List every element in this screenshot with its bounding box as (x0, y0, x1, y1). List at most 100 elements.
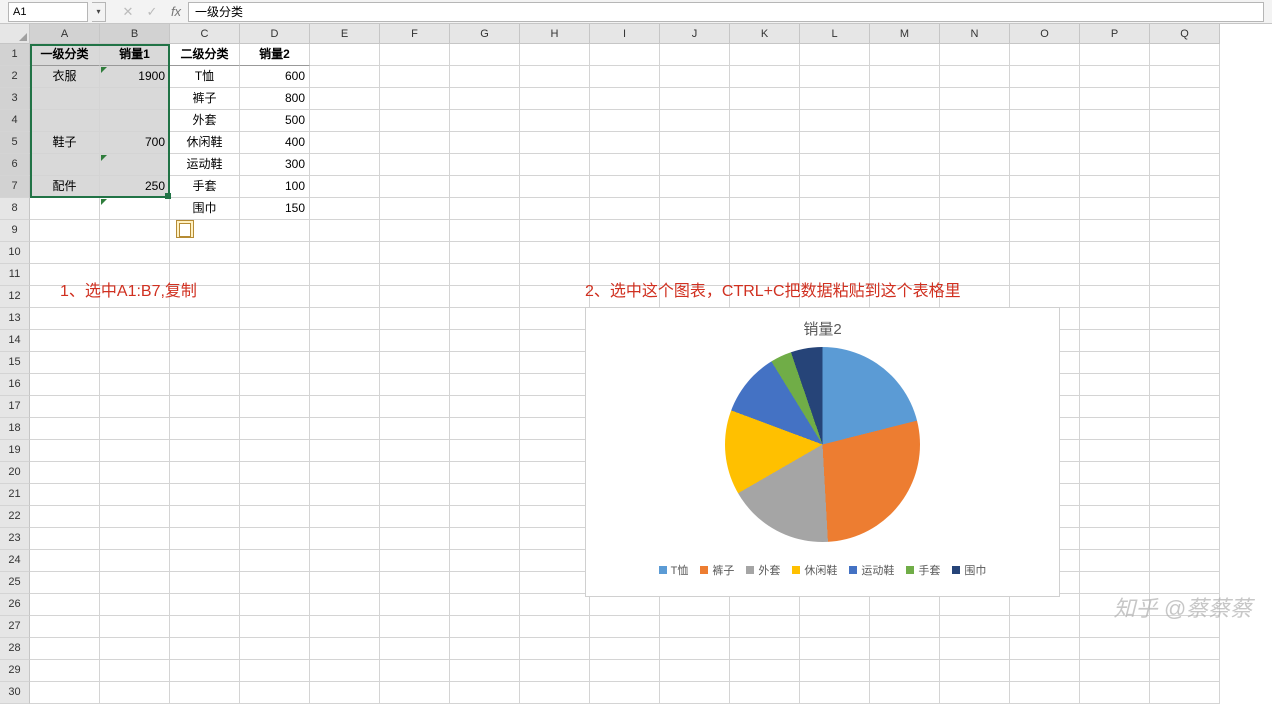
cell-C24[interactable] (170, 550, 240, 572)
cell-P5[interactable] (1080, 132, 1150, 154)
cell-F29[interactable] (380, 660, 450, 682)
cell-P10[interactable] (1080, 242, 1150, 264)
cell-Q15[interactable] (1150, 352, 1220, 374)
cell-L1[interactable] (800, 44, 870, 66)
cell-H26[interactable] (520, 594, 590, 616)
cell-D15[interactable] (240, 352, 310, 374)
cell-C26[interactable] (170, 594, 240, 616)
row-header-13[interactable]: 13 (0, 308, 30, 330)
cell-E14[interactable] (310, 330, 380, 352)
cell-Q21[interactable] (1150, 484, 1220, 506)
cell-N27[interactable] (940, 616, 1010, 638)
cell-M1[interactable] (870, 44, 940, 66)
cell-D18[interactable] (240, 418, 310, 440)
cell-C2[interactable]: T恤 (170, 66, 240, 88)
cell-K3[interactable] (730, 88, 800, 110)
cell-B28[interactable] (100, 638, 170, 660)
row-headers[interactable]: 1234567891011121314151617181920212223242… (0, 44, 30, 704)
cell-Q13[interactable] (1150, 308, 1220, 330)
cell-B29[interactable] (100, 660, 170, 682)
cell-Q20[interactable] (1150, 462, 1220, 484)
cell-L4[interactable] (800, 110, 870, 132)
cell-I8[interactable] (590, 198, 660, 220)
cell-P12[interactable] (1080, 286, 1150, 308)
cell-E27[interactable] (310, 616, 380, 638)
cell-E4[interactable] (310, 110, 380, 132)
cell-M9[interactable] (870, 220, 940, 242)
cell-H5[interactable] (520, 132, 590, 154)
cell-K26[interactable] (730, 594, 800, 616)
cell-D29[interactable] (240, 660, 310, 682)
name-box-dropdown[interactable]: ▾ (92, 2, 106, 22)
cell-C6[interactable]: 运动鞋 (170, 154, 240, 176)
cell-M5[interactable] (870, 132, 940, 154)
cell-K4[interactable] (730, 110, 800, 132)
row-header-29[interactable]: 29 (0, 660, 30, 682)
cell-B14[interactable] (100, 330, 170, 352)
cell-Q22[interactable] (1150, 506, 1220, 528)
cell-I5[interactable] (590, 132, 660, 154)
cell-P21[interactable] (1080, 484, 1150, 506)
cell-A21[interactable] (30, 484, 100, 506)
cell-G17[interactable] (450, 396, 520, 418)
cell-I4[interactable] (590, 110, 660, 132)
cell-J4[interactable] (660, 110, 730, 132)
cell-O11[interactable] (1010, 264, 1080, 286)
cell-G15[interactable] (450, 352, 520, 374)
row-header-28[interactable]: 28 (0, 638, 30, 660)
cell-P22[interactable] (1080, 506, 1150, 528)
cell-L28[interactable] (800, 638, 870, 660)
cell-F28[interactable] (380, 638, 450, 660)
cell-P23[interactable] (1080, 528, 1150, 550)
cell-P11[interactable] (1080, 264, 1150, 286)
column-header-Q[interactable]: Q (1150, 24, 1220, 44)
cell-C30[interactable] (170, 682, 240, 704)
cell-B4[interactable] (100, 110, 170, 132)
cell-G3[interactable] (450, 88, 520, 110)
row-header-17[interactable]: 17 (0, 396, 30, 418)
cell-M29[interactable] (870, 660, 940, 682)
cell-J7[interactable] (660, 176, 730, 198)
cell-Q4[interactable] (1150, 110, 1220, 132)
cell-B26[interactable] (100, 594, 170, 616)
cell-F1[interactable] (380, 44, 450, 66)
cell-D22[interactable] (240, 506, 310, 528)
column-header-H[interactable]: H (520, 24, 590, 44)
row-header-11[interactable]: 11 (0, 264, 30, 286)
cell-B3[interactable] (100, 88, 170, 110)
cell-E26[interactable] (310, 594, 380, 616)
cell-C16[interactable] (170, 374, 240, 396)
cell-H9[interactable] (520, 220, 590, 242)
cell-Q11[interactable] (1150, 264, 1220, 286)
cell-P4[interactable] (1080, 110, 1150, 132)
cell-G2[interactable] (450, 66, 520, 88)
cell-G12[interactable] (450, 286, 520, 308)
cell-P13[interactable] (1080, 308, 1150, 330)
cell-D17[interactable] (240, 396, 310, 418)
cell-G11[interactable] (450, 264, 520, 286)
cell-H15[interactable] (520, 352, 590, 374)
row-header-5[interactable]: 5 (0, 132, 30, 154)
cell-P1[interactable] (1080, 44, 1150, 66)
cell-H3[interactable] (520, 88, 590, 110)
cell-P9[interactable] (1080, 220, 1150, 242)
row-header-25[interactable]: 25 (0, 572, 30, 594)
cell-J27[interactable] (660, 616, 730, 638)
cell-E24[interactable] (310, 550, 380, 572)
cell-O10[interactable] (1010, 242, 1080, 264)
cell-I26[interactable] (590, 594, 660, 616)
row-header-26[interactable]: 26 (0, 594, 30, 616)
cell-F5[interactable] (380, 132, 450, 154)
cell-Q5[interactable] (1150, 132, 1220, 154)
cell-A20[interactable] (30, 462, 100, 484)
cell-N7[interactable] (940, 176, 1010, 198)
cell-O6[interactable] (1010, 154, 1080, 176)
cell-O9[interactable] (1010, 220, 1080, 242)
cell-A2[interactable]: 衣服 (30, 66, 100, 88)
cell-Q2[interactable] (1150, 66, 1220, 88)
cell-A9[interactable] (30, 220, 100, 242)
cell-B19[interactable] (100, 440, 170, 462)
row-header-30[interactable]: 30 (0, 682, 30, 704)
cell-E22[interactable] (310, 506, 380, 528)
cell-A23[interactable] (30, 528, 100, 550)
